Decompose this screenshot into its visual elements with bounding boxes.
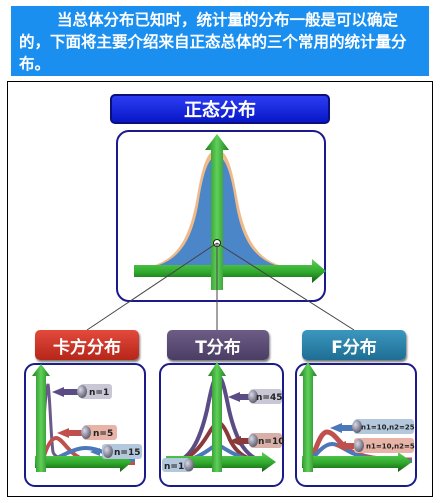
f-label-25: n1=10,n2=25 [361,424,415,432]
f-distribution-title: F分布 [302,330,406,360]
t-label-n45: n=45 [256,393,282,403]
normal-panel [116,130,326,302]
t-distribution-title: T分布 [167,330,269,360]
diagram-canvas: n=1 n=5 n=15 n=45 n=10 n=1 n1=10,n2=25 n… [24,130,417,487]
t-label-n10: n=10 [258,437,284,447]
normal-distribution-title: 正态分布 [110,94,330,124]
f-panel: n1=10,n2=25 n1=10,n2=5 [295,362,417,487]
chi-square-panel: n=1 n=5 n=15 [24,363,146,487]
f-label-5: n1=10,n2=5 [366,443,415,451]
chi-label-n5: n=5 [93,429,113,439]
t-panel: n=45 n=10 n=1 [159,362,284,487]
chi-label-n15: n=15 [114,448,140,458]
t-label-n1: n=1 [164,462,184,472]
chi-square-title: 卡方分布 [35,330,139,360]
chi-label-n1: n=1 [89,388,109,398]
